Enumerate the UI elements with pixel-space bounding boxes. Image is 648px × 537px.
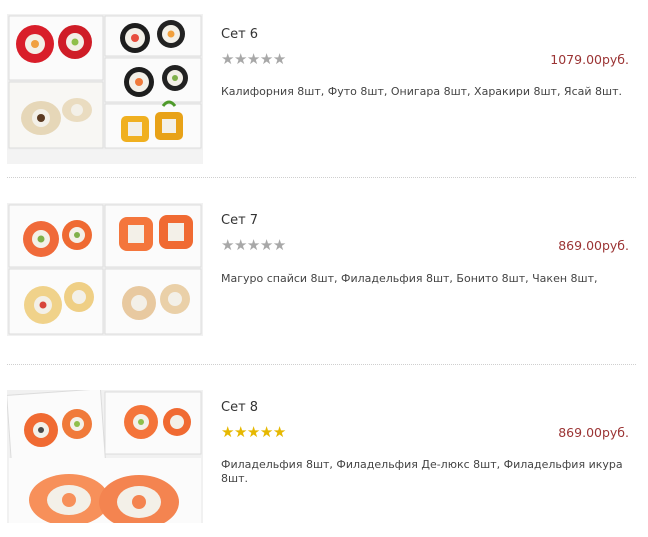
star-icon[interactable]: ★ [234, 51, 247, 67]
product-description: Калифорния 8шт, Футо 8шт, Онигара 8шт, Х… [221, 85, 622, 98]
product-price: 1079.00руб. [550, 52, 629, 67]
product-card: Сет 8 ★★★★★ 869.00руб. Филадельфия 8шт, … [0, 374, 648, 537]
product-price: 869.00руб. [558, 425, 629, 440]
sushi-set-image [7, 203, 203, 336]
star-icon[interactable]: ★ [273, 237, 286, 253]
product-card: Сет 7 ★★★★★ 869.00руб. Магуро спайси 8шт… [0, 187, 648, 347]
sushi-set-image [7, 14, 203, 150]
star-icon[interactable]: ★ [221, 51, 234, 67]
product-title[interactable]: Сет 6 [221, 27, 258, 42]
product-card: Сет 6 ★★★★★ 1079.00руб. Калифорния 8шт, … [0, 0, 648, 164]
star-icon[interactable]: ★ [247, 424, 260, 440]
star-icon[interactable]: ★ [260, 424, 273, 440]
product-image[interactable] [7, 14, 203, 164]
product-title[interactable]: Сет 8 [221, 400, 258, 415]
star-icon[interactable]: ★ [234, 424, 247, 440]
star-icon[interactable]: ★ [260, 51, 273, 67]
star-icon[interactable]: ★ [221, 237, 234, 253]
star-icon[interactable]: ★ [234, 237, 247, 253]
product-price: 869.00руб. [558, 238, 629, 253]
star-icon[interactable]: ★ [247, 51, 260, 67]
sushi-set-image [7, 390, 203, 523]
star-icon[interactable]: ★ [260, 237, 273, 253]
rating-stars[interactable]: ★★★★★ [221, 51, 286, 67]
product-description: Магуро спайси 8шт, Филадельфия 8шт, Бони… [221, 272, 598, 285]
star-icon[interactable]: ★ [247, 237, 260, 253]
rating-stars[interactable]: ★★★★★ [221, 424, 286, 440]
product-description: Филадельфия 8шт, Филадельфия Де-люкс 8шт… [221, 458, 623, 485]
divider [7, 364, 636, 365]
star-icon[interactable]: ★ [273, 424, 286, 440]
star-icon[interactable]: ★ [221, 424, 234, 440]
star-icon[interactable]: ★ [273, 51, 286, 67]
divider [7, 177, 636, 178]
product-image[interactable] [7, 390, 203, 523]
product-image[interactable] [7, 203, 203, 336]
product-title[interactable]: Сет 7 [221, 213, 258, 228]
rating-stars[interactable]: ★★★★★ [221, 237, 286, 253]
